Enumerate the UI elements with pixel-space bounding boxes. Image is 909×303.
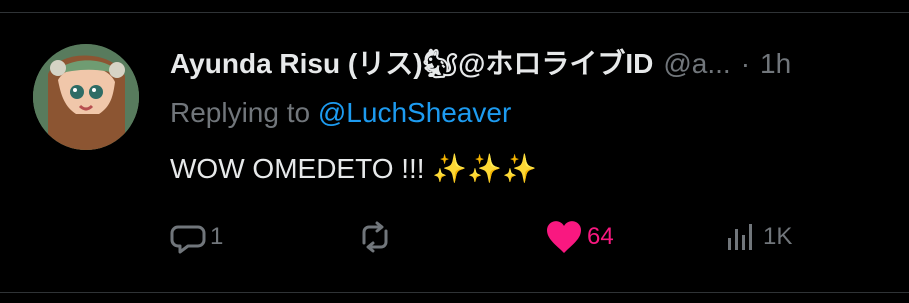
views-button[interactable]: 1K [723, 215, 792, 259]
heart-filled-icon [545, 219, 583, 255]
timestamp[interactable]: 1h [760, 44, 791, 84]
tweet-header: Ayunda Risu (リス)🐿@ホロライブID @a... · 1h [170, 44, 889, 84]
tweet-actions: 1 64 1K [170, 215, 870, 259]
avatar[interactable] [33, 44, 139, 150]
like-button[interactable]: 64 [545, 215, 614, 259]
view-count: 1K [763, 223, 793, 250]
replying-to-line: Replying to @LuchSheaver [170, 95, 511, 131]
top-divider [0, 12, 909, 13]
bar-chart-icon [723, 219, 759, 255]
like-count: 64 [587, 223, 614, 250]
tweet-text: WOW OMEDETO !!! [170, 153, 433, 184]
bottom-divider [0, 292, 909, 293]
reply-button[interactable]: 1 [170, 215, 223, 259]
author-handle[interactable]: @a... [663, 44, 730, 84]
tweet-body: WOW OMEDETO !!! ✨✨✨ [170, 149, 537, 189]
avatar-illustration [33, 44, 139, 150]
reply-count: 1 [210, 223, 224, 250]
speech-bubble-icon [170, 219, 206, 255]
replying-to-label: Replying to [170, 97, 318, 128]
sparkles-emoji: ✨✨✨ [432, 153, 537, 184]
repost-button[interactable] [357, 215, 397, 259]
time-separator: · [740, 48, 751, 79]
replying-to-mention[interactable]: @LuchSheaver [318, 97, 511, 128]
repost-arrows-icon [357, 219, 393, 255]
author-display-name[interactable]: Ayunda Risu (リス)🐿@ホロライブID [170, 44, 653, 84]
